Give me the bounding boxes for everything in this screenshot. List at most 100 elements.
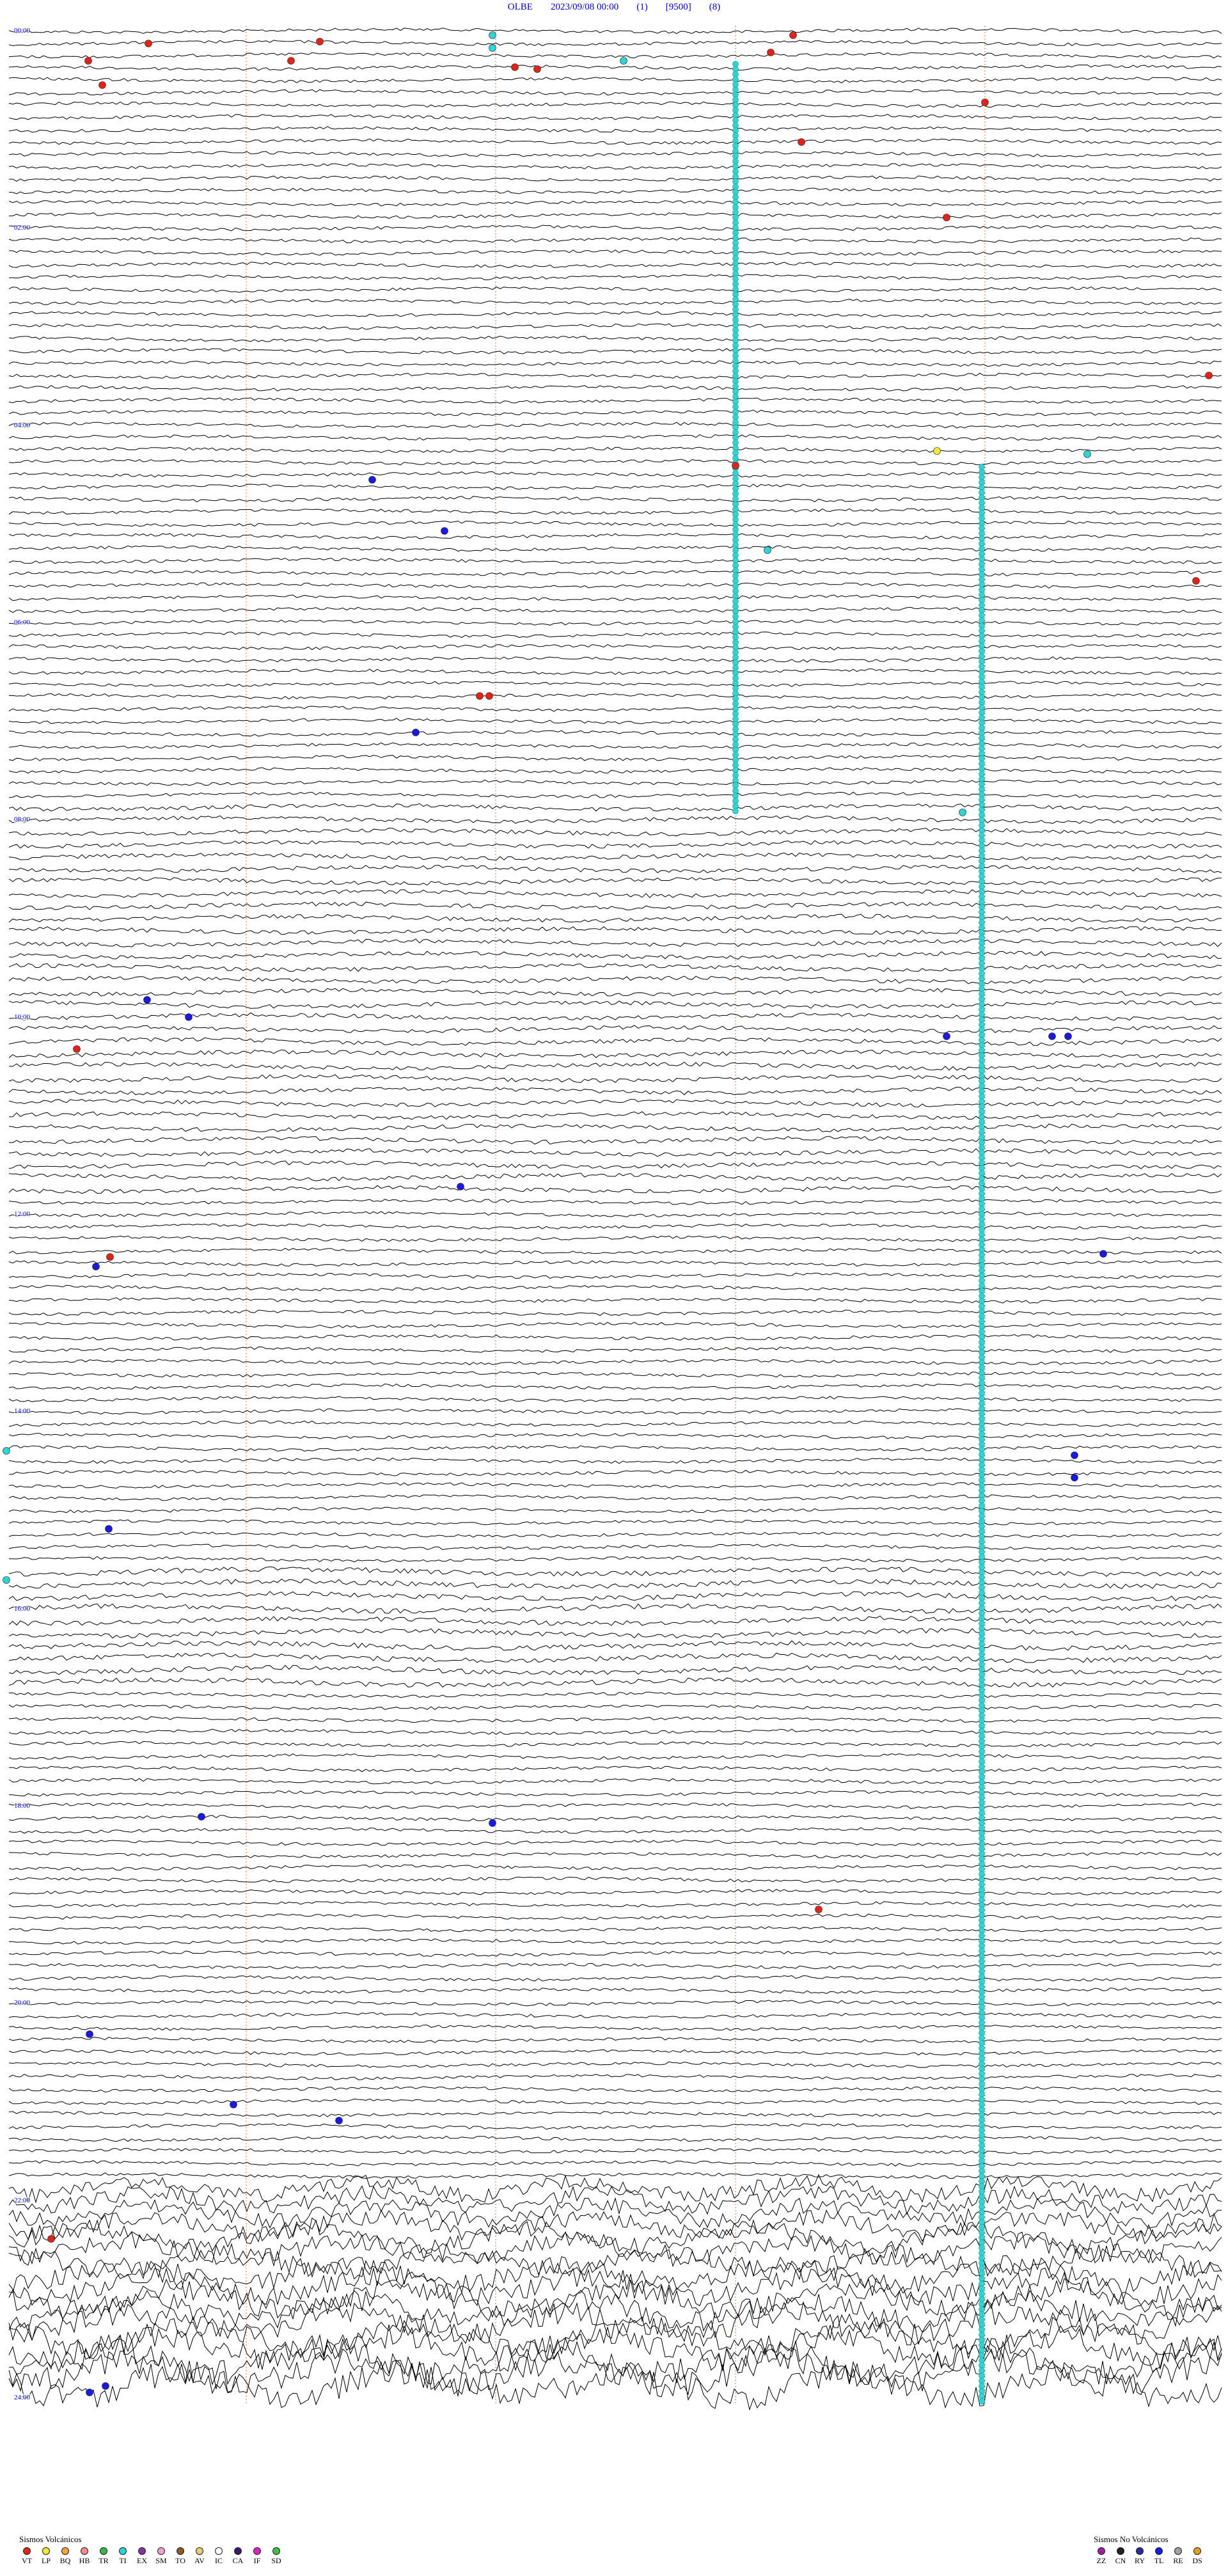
ti-event-marker[interactable] <box>979 945 985 951</box>
ti-event-marker[interactable] <box>979 2199 985 2205</box>
ti-event-marker[interactable] <box>979 1579 985 1586</box>
ti-event-marker[interactable] <box>979 1482 985 1489</box>
ti-event-marker[interactable] <box>979 1697 985 1703</box>
ti-event-marker[interactable] <box>732 798 739 804</box>
ti-event-marker[interactable] <box>732 250 739 257</box>
ti-event-marker[interactable] <box>979 1467 985 1473</box>
ti-event-marker[interactable] <box>732 66 739 72</box>
ti-event-marker[interactable] <box>732 700 739 707</box>
ti-event-marker[interactable] <box>979 1487 985 1494</box>
ti-event-marker[interactable] <box>979 668 985 675</box>
ti-event-marker[interactable] <box>979 1774 985 1780</box>
ti-event-marker[interactable] <box>979 1477 985 1483</box>
ti-event-marker[interactable] <box>732 358 739 364</box>
ti-event-marker[interactable] <box>979 2127 985 2133</box>
ti-event-marker[interactable] <box>732 327 739 333</box>
ti-event-marker[interactable] <box>979 1932 985 1939</box>
ti-event-marker[interactable] <box>979 2383 985 2389</box>
ti-event-marker[interactable] <box>979 1866 985 1872</box>
ti-event-marker[interactable] <box>979 2240 985 2246</box>
ti-event-marker[interactable] <box>979 2204 985 2210</box>
ti-event-marker[interactable] <box>979 1027 985 1033</box>
ti-event-marker[interactable] <box>979 1165 985 1171</box>
ti-event-marker[interactable] <box>979 1242 985 1248</box>
ti-event-marker[interactable] <box>979 2398 985 2405</box>
ti-event-marker[interactable] <box>979 970 985 977</box>
vt-event-marker[interactable] <box>981 99 989 106</box>
tl-event-marker[interactable] <box>86 2389 93 2396</box>
ti-event-marker[interactable] <box>979 1206 985 1212</box>
ti-event-marker[interactable] <box>979 612 985 619</box>
ti-event-marker[interactable] <box>732 424 739 431</box>
ti-event-marker[interactable] <box>732 695 739 702</box>
ti-event-marker[interactable] <box>732 526 739 533</box>
ti-event-marker[interactable] <box>732 491 739 497</box>
ti-event-marker[interactable] <box>979 1216 985 1222</box>
seismogram-plot[interactable]: 00:00 02:00 04:00 06:00 08:00 10:00 12:00 14:00… <box>0 26 1228 2418</box>
ti-event-marker[interactable] <box>979 571 985 578</box>
ti-event-marker[interactable] <box>979 1595 985 1601</box>
vt-event-marker[interactable] <box>98 81 106 89</box>
ti-event-marker[interactable] <box>979 1073 985 1079</box>
ti-event-marker[interactable] <box>979 1334 985 1340</box>
ti-event-marker[interactable] <box>979 2106 985 2113</box>
ti-event-marker[interactable] <box>979 720 985 726</box>
ti-event-marker[interactable] <box>979 1011 985 1018</box>
ti-event-marker[interactable] <box>732 317 739 323</box>
ti-event-marker[interactable] <box>979 2158 985 2164</box>
ti-event-marker[interactable] <box>979 2270 985 2277</box>
ti-event-marker[interactable] <box>979 1226 985 1233</box>
ti-event-marker[interactable] <box>979 1262 985 1268</box>
ti-event-marker[interactable] <box>732 184 739 190</box>
ti-event-marker[interactable] <box>979 658 985 665</box>
ti-event-marker[interactable] <box>732 214 739 221</box>
tl-event-marker[interactable] <box>1048 1032 1056 1040</box>
ti-event-marker[interactable] <box>732 301 739 308</box>
ti-event-marker[interactable] <box>732 557 739 564</box>
ti-event-marker[interactable] <box>979 1666 985 1673</box>
ti-event-marker[interactable] <box>732 654 739 661</box>
ti-event-marker[interactable] <box>979 663 985 670</box>
ti-event-marker[interactable] <box>979 1677 985 1683</box>
ti-event-marker[interactable] <box>979 1605 985 1611</box>
ti-event-marker[interactable] <box>979 940 985 946</box>
ti-event-marker[interactable] <box>732 685 739 691</box>
vt-event-marker[interactable] <box>533 65 541 73</box>
ti-event-marker[interactable] <box>979 1979 985 1985</box>
ti-event-marker[interactable] <box>979 1237 985 1243</box>
ti-event-marker[interactable] <box>979 1497 985 1504</box>
ti-event-marker[interactable] <box>979 1799 985 1806</box>
tl-event-marker[interactable] <box>143 996 151 1004</box>
ti-event-marker[interactable] <box>979 853 985 859</box>
ti-event-marker[interactable] <box>979 617 985 624</box>
ti-event-marker[interactable] <box>732 265 739 272</box>
ti-event-marker[interactable] <box>979 1810 985 1816</box>
ti-event-marker[interactable] <box>979 2296 985 2302</box>
vt-event-marker[interactable] <box>767 49 775 56</box>
ti-event-marker[interactable] <box>979 2378 985 2384</box>
ti-event-marker[interactable] <box>979 1114 985 1120</box>
ti-event-marker[interactable] <box>979 1733 985 1739</box>
ti-event-marker[interactable] <box>979 1063 985 1069</box>
ti-event-marker[interactable] <box>732 450 739 456</box>
ti-event-marker[interactable] <box>732 332 739 338</box>
ti-event-marker[interactable] <box>979 2209 985 2215</box>
ti-event-marker[interactable] <box>979 1646 985 1652</box>
ti-event-marker[interactable] <box>979 2163 985 2169</box>
ti-event-marker[interactable] <box>979 2132 985 2138</box>
ti-event-marker[interactable] <box>732 322 739 328</box>
ti-event-marker[interactable] <box>979 1723 985 1729</box>
ti-event-marker[interactable] <box>979 2071 985 2077</box>
ti-event-marker[interactable] <box>979 750 985 757</box>
ti-event-marker[interactable] <box>979 1794 985 1801</box>
ti-event-marker[interactable] <box>979 1830 985 1837</box>
ti-event-marker[interactable] <box>979 817 985 823</box>
ti-event-marker[interactable] <box>979 602 985 608</box>
ti-event-marker[interactable] <box>732 455 739 461</box>
ti-event-marker[interactable] <box>979 2091 985 2098</box>
ti-event-marker[interactable] <box>979 868 985 874</box>
vt-event-marker[interactable] <box>47 2235 55 2243</box>
ti-event-marker[interactable] <box>979 2316 985 2323</box>
ti-event-marker[interactable] <box>979 679 985 685</box>
ti-event-marker[interactable] <box>732 76 739 83</box>
